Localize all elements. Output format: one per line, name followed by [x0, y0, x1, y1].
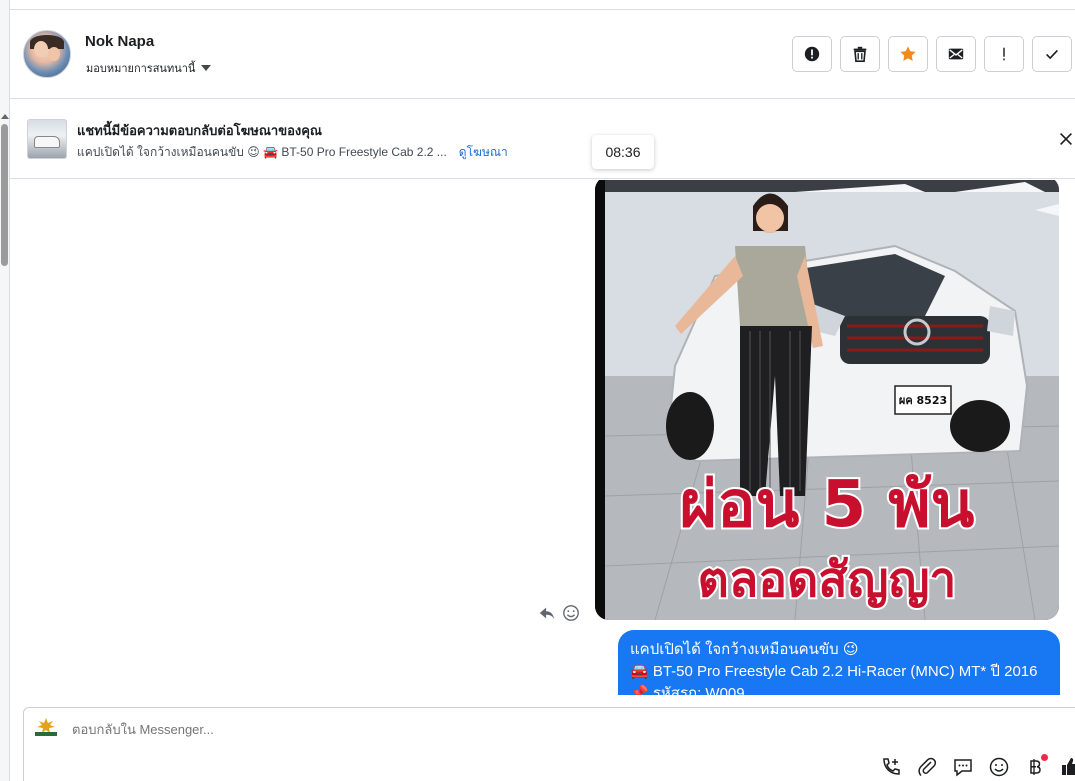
add-contact-button[interactable]	[880, 756, 902, 778]
message-thread[interactable]: ผค 8523 ผ่อน 5 พัน ตลอดสัญญา แคปเปิดได้ …	[10, 180, 1075, 695]
like-button[interactable]	[1060, 756, 1075, 778]
video-overlay-line2: ตลอดสัญญา	[698, 552, 957, 608]
ad-thumbnail-car	[34, 136, 60, 148]
avatar[interactable]	[23, 30, 71, 78]
ad-thumbnail[interactable]	[27, 119, 67, 159]
assign-label: มอบหมายการสนทนานี้	[86, 63, 196, 75]
thumbs-up-icon	[1062, 758, 1075, 775]
delete-button[interactable]	[840, 36, 880, 72]
composer-toolbar	[880, 754, 1075, 778]
ad-description-text: แคปเปิดได้ ใจกว้างเหมือนคนขับ 😉 🚘 BT-50 …	[77, 145, 447, 159]
payment-button[interactable]	[1024, 754, 1048, 778]
envelope-icon	[948, 48, 964, 60]
message-line-1: แคปเปิดได้ ใจกว้างเหมือนคนขับ 😉	[630, 641, 859, 658]
inbox-conversation: Nok Napa มอบหมายการสนทนานี้ แชทนี้มีข้อค…	[0, 0, 1075, 781]
conversation-header: Nok Napa มอบหมายการสนทนานี้	[10, 10, 1075, 99]
message-line-2: 🚘 BT-50 Pro Freestyle Cab 2.2 Hi-Racer (…	[630, 663, 1038, 680]
license-plate-text: ผค 8523	[899, 394, 947, 407]
close-icon[interactable]	[1057, 130, 1075, 148]
mark-unread-button[interactable]	[936, 36, 976, 72]
reply-input[interactable]	[72, 722, 672, 737]
emoji-icon	[989, 757, 1009, 777]
ad-banner-description: แคปเปิดได้ ใจกว้างเหมือนคนขับ 😉 🚘 BT-50 …	[77, 143, 508, 162]
avatar-face-2	[48, 47, 60, 61]
notification-dot	[1041, 754, 1048, 761]
report-spam-button[interactable]	[792, 36, 832, 72]
react-emoji-icon[interactable]	[562, 604, 580, 622]
video-attachment[interactable]: ผค 8523 ผ่อน 5 พัน ตลอดสัญญา	[595, 180, 1059, 620]
add-contact-icon	[883, 758, 900, 775]
mark-done-button[interactable]	[1032, 36, 1072, 72]
exclamation-icon	[1003, 47, 1005, 61]
contact-name[interactable]: Nok Napa	[85, 33, 154, 50]
alert-circle-icon	[804, 46, 820, 62]
emoji-button[interactable]	[988, 756, 1010, 778]
avatar-face-1	[34, 41, 48, 57]
scroll-up-arrow-icon[interactable]	[1, 114, 9, 119]
message-timestamp: 08:36	[592, 135, 654, 169]
ad-reply-banner: แชทนี้มีข้อความตอบกลับต่อโฆษณาของคุณ แคป…	[10, 100, 1075, 179]
follow-up-button[interactable]	[984, 36, 1024, 72]
outgoing-message-bubble[interactable]: แคปเปิดได้ ใจกว้างเหมือนคนขับ 😉 🚘 BT-50 …	[618, 630, 1060, 695]
video-overlay-line1: ผ่อน 5 พัน	[680, 468, 975, 542]
video-preview-image: ผค 8523 ผ่อน 5 พัน ตลอดสัญญา	[595, 180, 1059, 620]
saved-reply-button[interactable]	[952, 756, 974, 778]
message-tools	[538, 604, 580, 622]
view-ad-link[interactable]: ดูโฆษณา	[459, 143, 508, 162]
reply-icon[interactable]	[538, 604, 556, 622]
assign-conversation-dropdown[interactable]: มอบหมายการสนทนานี้	[86, 59, 212, 77]
trash-icon	[853, 46, 867, 63]
message-composer	[23, 707, 1075, 781]
ad-banner-title: แชทนี้มีข้อความตอบกลับต่อโฆษณาของคุณ	[77, 123, 322, 138]
message-line-3: 📌 รหัสรถ: W009	[630, 685, 745, 695]
paperclip-icon	[918, 757, 937, 777]
header-actions	[792, 36, 1072, 72]
page-logo-icon	[35, 718, 57, 736]
check-icon	[1046, 49, 1058, 60]
caret-down-icon	[201, 65, 212, 71]
attach-button[interactable]	[916, 756, 938, 778]
star-icon	[900, 46, 916, 61]
star-button[interactable]	[888, 36, 928, 72]
left-scrollbar[interactable]	[0, 0, 10, 781]
saved-reply-icon	[954, 759, 972, 777]
scrollbar-thumb[interactable]	[1, 124, 8, 266]
